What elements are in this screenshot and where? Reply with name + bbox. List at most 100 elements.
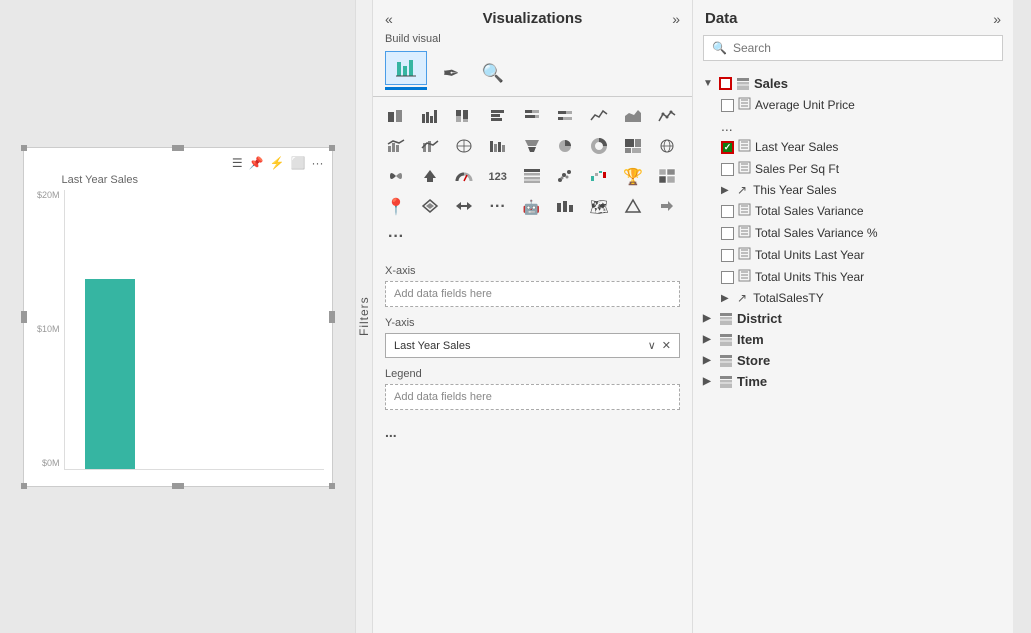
sigma-last-year-sales	[738, 139, 751, 155]
tree-time[interactable]: ▶ Time	[693, 371, 1013, 392]
checkbox-total-units-this-year[interactable]	[721, 271, 734, 284]
viz-area-chart[interactable]	[618, 103, 648, 131]
viz-bold-arrows[interactable]	[652, 193, 682, 221]
tree-sales-per-sq[interactable]: Sales Per Sq Ft	[693, 158, 1013, 180]
viz-line-chart[interactable]	[584, 103, 614, 131]
viz-matrix[interactable]	[652, 163, 682, 191]
tree-total-units-this-year[interactable]: Total Units This Year	[693, 266, 1013, 288]
viz-globe[interactable]	[652, 133, 682, 161]
checkbox-total-sales-variance-pct[interactable]	[721, 227, 734, 240]
yaxis-label: Y-axis	[385, 317, 680, 329]
legend-drop[interactable]: Add data fields here	[385, 384, 680, 410]
checkbox-total-units-last-year[interactable]	[721, 249, 734, 262]
tree-total-units-last-year[interactable]: Total Units Last Year	[693, 244, 1013, 266]
viz-trophy[interactable]: 🏆	[618, 163, 648, 191]
search-input[interactable]	[733, 41, 994, 55]
legend-label: Legend	[385, 368, 680, 380]
viz-100pct-bar-h[interactable]	[550, 103, 580, 131]
more-icon[interactable]: ···	[312, 156, 324, 170]
viz-stacked-bar-h[interactable]	[517, 103, 547, 131]
viz-collapse-arrow[interactable]: «	[385, 11, 393, 27]
sigma-total-units-last-year	[738, 247, 751, 263]
tree-store[interactable]: ▶ Store	[693, 350, 1013, 371]
viz-gauge[interactable]	[449, 163, 479, 191]
viz-search-icon[interactable]: 🔍	[475, 56, 511, 90]
viz-butterfly[interactable]	[381, 163, 411, 191]
viz-bar-chart-icon[interactable]	[385, 51, 427, 90]
viz-funnel[interactable]	[517, 133, 547, 161]
viz-table[interactable]	[517, 163, 547, 191]
expand-icon[interactable]: ⬜	[291, 156, 306, 170]
filters-tab[interactable]: Filters	[355, 0, 373, 633]
yaxis-label-10m: $10M	[37, 324, 60, 334]
checkbox-total-sales-variance[interactable]	[721, 205, 734, 218]
tree-this-year-sales[interactable]: ▶ ↗ This Year Sales	[693, 180, 1013, 200]
resize-handle-left[interactable]	[21, 311, 27, 323]
tree-last-year-sales[interactable]: Last Year Sales	[693, 136, 1013, 158]
viz-treemap[interactable]	[618, 133, 648, 161]
resize-handle-bottom[interactable]	[172, 483, 184, 489]
tree-item[interactable]: ▶ Item	[693, 329, 1013, 350]
data-expand-arrow[interactable]: »	[993, 11, 1001, 27]
viz-more2[interactable]: ···	[381, 223, 411, 251]
chevron-district: ▶	[703, 313, 715, 324]
table-icon-store	[719, 354, 733, 368]
chart-plot	[64, 190, 324, 470]
viz-number[interactable]: 123	[483, 163, 513, 191]
resize-handle-tl[interactable]	[21, 145, 27, 151]
viz-line2[interactable]	[652, 103, 682, 131]
total-units-last-year-label: Total Units Last Year	[755, 248, 1003, 262]
viz-map[interactable]	[449, 133, 479, 161]
yaxis-remove-icon[interactable]: ✕	[662, 339, 671, 352]
viz-donut[interactable]	[584, 133, 614, 161]
viz-azure-map[interactable]: 🗺	[584, 193, 614, 221]
tree-total-sales-variance-pct[interactable]: Total Sales Variance %	[693, 222, 1013, 244]
viz-column-chart[interactable]	[415, 103, 445, 131]
tree-avg-unit-price[interactable]: Average Unit Price	[693, 94, 1013, 116]
viz-scatter[interactable]	[550, 163, 580, 191]
viz-more-charts[interactable]: ···	[483, 193, 513, 221]
xaxis-label: X-axis	[385, 265, 680, 277]
viz-bar-small[interactable]	[550, 193, 580, 221]
yaxis-expand-icon[interactable]: ∨	[648, 339, 656, 352]
checkbox-last-year-sales[interactable]	[721, 141, 734, 154]
viz-diamond[interactable]	[415, 193, 445, 221]
viz-pie[interactable]	[550, 133, 580, 161]
viz-column2[interactable]	[483, 133, 513, 161]
tree-sales[interactable]: ▼ Sales	[693, 73, 1013, 94]
resize-handle-top[interactable]	[172, 145, 184, 151]
xaxis-drop[interactable]: Add data fields here	[385, 281, 680, 307]
resize-handle-tr[interactable]	[329, 145, 335, 151]
chart-title: Last Year Sales	[32, 174, 324, 186]
tree-total-sales-variance[interactable]: Total Sales Variance	[693, 200, 1013, 222]
viz-bar-clustered[interactable]	[483, 103, 513, 131]
viz-combo[interactable]	[381, 133, 411, 161]
menu-icon[interactable]: ☰	[232, 156, 243, 170]
resize-handle-right[interactable]	[329, 311, 335, 323]
this-year-sales-label: This Year Sales	[753, 183, 1003, 197]
pin-icon[interactable]: 📌	[249, 156, 264, 170]
fields-more[interactable]: ...	[385, 420, 680, 444]
yaxis-filled[interactable]: Last Year Sales ∨ ✕	[385, 333, 680, 358]
viz-expand-arrow[interactable]: »	[672, 11, 680, 27]
resize-handle-bl[interactable]	[21, 483, 27, 489]
viz-shape[interactable]	[618, 193, 648, 221]
sales-label: Sales	[754, 76, 1003, 91]
tree-total-sales-ty[interactable]: ▶ ↗ TotalSalesTY	[693, 288, 1013, 308]
viz-ai[interactable]: 🤖	[517, 193, 547, 221]
tree-district[interactable]: ▶ District	[693, 308, 1013, 329]
viz-stacked-bar[interactable]	[381, 103, 411, 131]
checkbox-sales[interactable]	[719, 77, 732, 90]
viz-type-selector: ✒ 🔍	[373, 51, 692, 97]
viz-bar-line[interactable]	[415, 133, 445, 161]
checkbox-avg-unit-price[interactable]	[721, 99, 734, 112]
filter-icon[interactable]: ⚡	[270, 156, 285, 170]
resize-handle-br[interactable]	[329, 483, 335, 489]
viz-map-pin[interactable]: 📍	[381, 193, 411, 221]
viz-100pct-stacked[interactable]	[449, 103, 479, 131]
checkbox-sales-per-sq[interactable]	[721, 163, 734, 176]
viz-waterfall[interactable]	[584, 163, 614, 191]
viz-pen-icon[interactable]: ✒	[433, 56, 469, 90]
viz-arrows[interactable]	[449, 193, 479, 221]
viz-arrow-up[interactable]	[415, 163, 445, 191]
